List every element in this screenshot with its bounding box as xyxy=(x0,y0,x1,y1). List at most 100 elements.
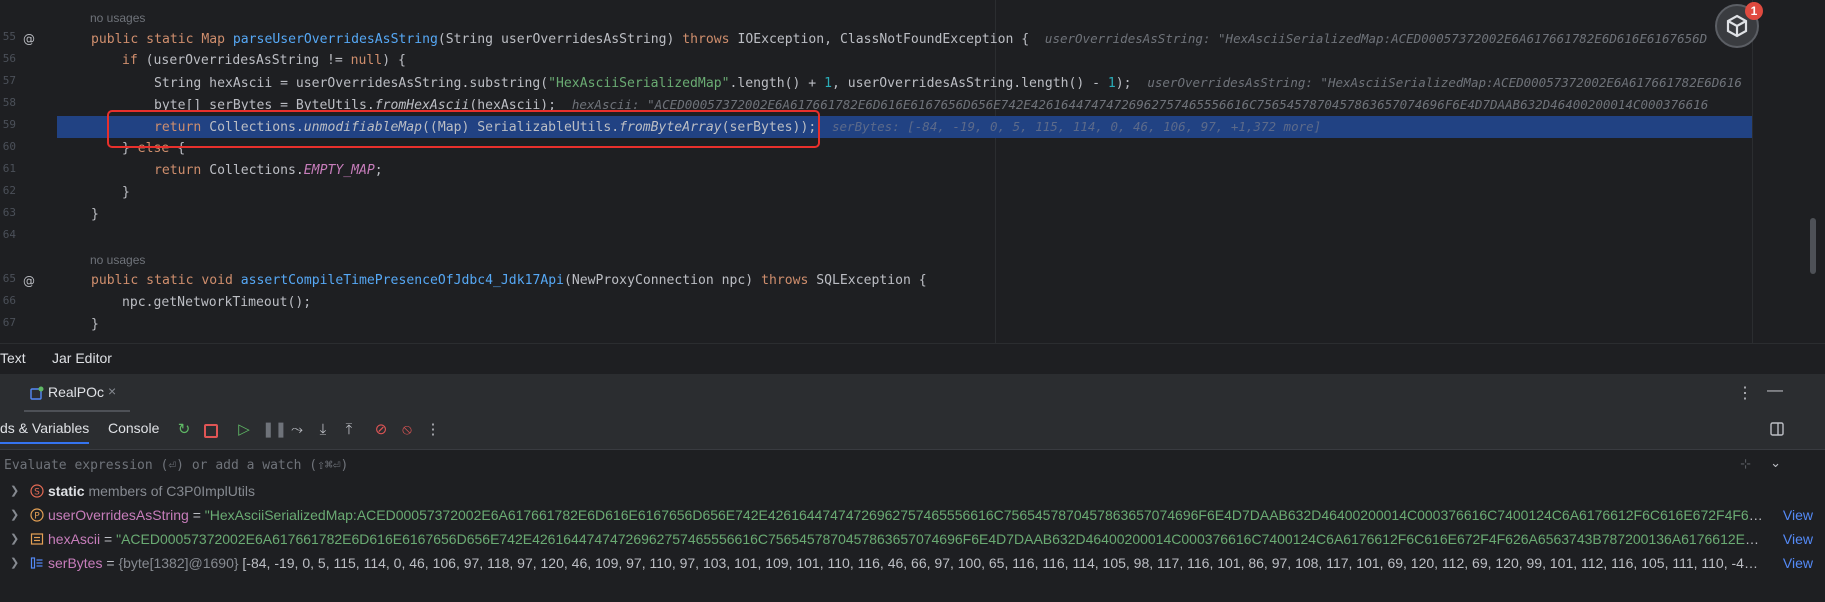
notification-count-badge: 1 xyxy=(1745,2,1763,20)
inline-debug-value: serBytes: [-84, -19, 0, 5, 115, 114, 0, … xyxy=(832,119,1322,134)
step-out-icon[interactable]: ⤒ xyxy=(340,421,358,439)
code-token: null xyxy=(350,53,383,68)
tab-jar-editor[interactable]: Jar Editor xyxy=(52,344,112,374)
code-line-61[interactable]: return Collections.EMPTY_MAP; xyxy=(154,160,1825,182)
static-members-icon: S xyxy=(30,484,44,498)
view-breakpoints-icon[interactable]: ⊘ xyxy=(372,421,390,439)
evaluate-expression-input[interactable] xyxy=(0,450,1706,480)
code-token: , userOverridesAsString.length() - xyxy=(831,76,1108,91)
ai-assistant-icon xyxy=(1726,14,1748,38)
rerun-icon[interactable]: ↻ xyxy=(175,421,193,439)
variable-row[interactable]: ❯ hexAscii = "ACED00057372002E6A61766178… xyxy=(0,527,1825,551)
variable-name: hexAscii xyxy=(48,531,101,547)
layout-settings-icon[interactable] xyxy=(1769,421,1785,437)
code-line-56[interactable]: if (userOverridesAsString != null) { xyxy=(122,50,1825,72)
variable-name: userOverridesAsString xyxy=(48,507,189,523)
override-marker-icon[interactable]: @ xyxy=(22,274,36,288)
code-token: 1 xyxy=(824,76,832,91)
code-line-62[interactable]: } xyxy=(122,182,1825,204)
code-token: String hexAscii = userOverridesAsString.… xyxy=(154,76,549,91)
variable-name: serBytes xyxy=(48,555,103,571)
svg-text:S: S xyxy=(34,488,40,498)
debug-toolbar: ds & Variables Console ↻ ▷ ❚❚ ⤳ ⤓ ⤒ ⊘ ⦸ … xyxy=(0,412,1825,448)
line-number: 66 xyxy=(2,294,16,307)
scroll-thumb[interactable] xyxy=(1810,218,1816,274)
code-token: 1 xyxy=(1107,76,1116,91)
ai-assistant-button[interactable]: 1 xyxy=(1715,2,1763,48)
editor-scrollbar[interactable] xyxy=(1752,0,1825,343)
variable-row[interactable]: ❯ serBytes = {byte[1382]@1690} [-84, -19… xyxy=(0,551,1825,575)
tab-text[interactable]: Text xyxy=(0,344,30,376)
tab-threads-variables[interactable]: ds & Variables xyxy=(0,420,90,444)
code-token: (String userOverridesAsString) xyxy=(437,32,683,47)
code-line-63[interactable]: } xyxy=(91,204,1825,226)
more-icon[interactable]: ⋮ xyxy=(424,421,442,439)
resume-icon[interactable]: ▷ xyxy=(235,421,253,439)
code-token: .length() + xyxy=(729,76,825,91)
run-config-label: RealPOc xyxy=(48,384,105,400)
equals-sign: = xyxy=(188,507,205,523)
code-token: throws xyxy=(761,273,809,288)
run-config-tab[interactable]: RealPOc × xyxy=(24,374,130,412)
chevron-down-icon[interactable]: ⌄ xyxy=(1770,455,1781,471)
line-number: 61 xyxy=(2,162,16,175)
tab-console[interactable]: Console xyxy=(108,420,159,436)
code-token: (NewProxyConnection npc) xyxy=(564,273,762,288)
view-link[interactable]: View xyxy=(1783,551,1813,575)
minimize-icon[interactable]: — xyxy=(1767,382,1783,400)
editor-view-tabs: Text Jar Editor xyxy=(0,343,1825,376)
method-name[interactable]: assertCompileTimePresenceOfJdbc4_Jdk17Ap… xyxy=(241,273,564,288)
expand-chevron-icon[interactable]: ❯ xyxy=(10,527,19,551)
code-token: Collections. xyxy=(201,163,304,178)
line-number: 67 xyxy=(2,316,16,329)
close-icon[interactable]: × xyxy=(108,383,116,399)
code-token: (userOverridesAsString != xyxy=(137,53,351,68)
step-over-icon[interactable]: ⤳ xyxy=(288,421,306,439)
code-token: if xyxy=(122,53,138,68)
usages-hint[interactable]: no usages xyxy=(90,251,145,269)
add-watch-icon[interactable]: ⊹ xyxy=(1740,456,1751,472)
annotation-highlight-box xyxy=(107,110,820,148)
code-token: IOException, ClassNotFoundException { xyxy=(729,32,1030,47)
line-number: 58 xyxy=(2,96,16,109)
line-number: 62 xyxy=(2,184,16,197)
code-line-57[interactable]: String hexAscii = userOverridesAsString.… xyxy=(154,72,1825,94)
variable-row[interactable]: ❯ P userOverridesAsString = "HexAsciiSer… xyxy=(0,503,1825,527)
code-token: ) { xyxy=(382,53,406,68)
variable-value: "ACED00057372002E6A617661782E6D616E61676… xyxy=(116,531,1765,547)
line-gutter: 55 @ 56 57 58 59 60 61 62 63 64 65 @ 66 … xyxy=(0,0,56,343)
method-name[interactable]: parseUserOverridesAsString xyxy=(233,32,438,47)
code-token: SQLException { xyxy=(808,273,927,288)
expand-chevron-icon[interactable]: ❯ xyxy=(10,503,19,527)
code-token: "HexAsciiSerializedMap" xyxy=(548,76,730,91)
expand-chevron-icon[interactable]: ❯ xyxy=(10,551,19,575)
code-token: ; xyxy=(374,163,383,178)
stop-icon[interactable] xyxy=(202,421,220,439)
variables-tree: ❯ S static members of C3P0ImplUtils ❯ P … xyxy=(0,478,1825,602)
mute-breakpoints-icon[interactable]: ⦸ xyxy=(398,421,416,439)
usages-hint[interactable]: no usages xyxy=(90,9,145,27)
equals-sign: = xyxy=(102,555,119,571)
pause-icon[interactable]: ❚❚ xyxy=(262,421,287,439)
debug-header: RealPOc × ⋮ — xyxy=(0,374,1825,412)
override-marker-icon[interactable]: @ xyxy=(22,32,36,46)
code-line-55[interactable]: public static Map parseUserOverridesAsSt… xyxy=(91,28,1825,50)
step-into-icon[interactable]: ⤓ xyxy=(314,421,332,439)
variable-value: [-84, -19, 0, 5, 115, 114, 0, 46, 106, 9… xyxy=(238,555,1765,571)
local-variable-icon xyxy=(30,533,44,545)
line-number: 60 xyxy=(2,140,16,153)
code-line-67[interactable]: } xyxy=(91,314,1825,336)
line-number: 65 xyxy=(2,272,16,285)
view-link[interactable]: View xyxy=(1783,527,1813,551)
variable-row[interactable]: ❯ S static members of C3P0ImplUtils xyxy=(0,479,1825,503)
code-editor[interactable]: 55 @ 56 57 58 59 60 61 62 63 64 65 @ 66 … xyxy=(0,0,1825,343)
line-number: 59 xyxy=(2,118,16,131)
code-line-66[interactable]: npc.getNetworkTimeout(); xyxy=(122,292,1825,314)
svg-text:P: P xyxy=(34,512,40,522)
code-token: EMPTY_MAP xyxy=(303,163,375,178)
code-token: throws xyxy=(682,32,730,47)
view-link[interactable]: View xyxy=(1783,503,1813,527)
more-options-icon[interactable]: ⋮ xyxy=(1737,383,1753,403)
code-line-65[interactable]: public static void assertCompileTimePres… xyxy=(91,270,1825,292)
expand-chevron-icon[interactable]: ❯ xyxy=(10,479,19,503)
